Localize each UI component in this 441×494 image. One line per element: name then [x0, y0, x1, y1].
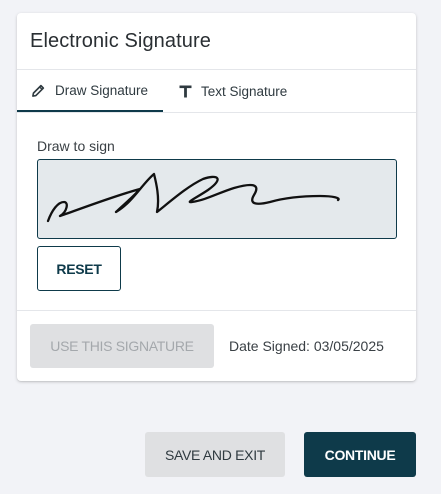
reset-button[interactable]: RESET — [37, 246, 121, 291]
tab-draw-signature[interactable]: Draw Signature — [17, 70, 163, 112]
use-this-signature-button[interactable]: USE THIS SIGNATURE — [30, 324, 214, 368]
continue-button[interactable]: CONTINUE — [304, 432, 416, 477]
signature-card: Electronic Signature Draw Signature Text… — [17, 13, 416, 381]
draw-to-sign-label: Draw to sign — [37, 138, 115, 154]
text-t-icon — [179, 85, 192, 98]
tab-text-signature[interactable]: Text Signature — [163, 70, 313, 112]
pencil-icon — [31, 83, 46, 98]
save-and-exit-button[interactable]: SAVE AND EXIT — [145, 432, 285, 477]
tabs-divider — [17, 112, 416, 113]
signature-pad[interactable] — [37, 159, 397, 239]
card-title: Electronic Signature — [30, 30, 211, 52]
tab-draw-signature-label: Draw Signature — [55, 82, 149, 98]
signature-stroke — [46, 172, 340, 223]
footer-divider — [17, 310, 416, 311]
date-signed-text: Date Signed: 03/05/2025 — [229, 338, 384, 354]
tab-text-signature-label: Text Signature — [201, 83, 288, 99]
